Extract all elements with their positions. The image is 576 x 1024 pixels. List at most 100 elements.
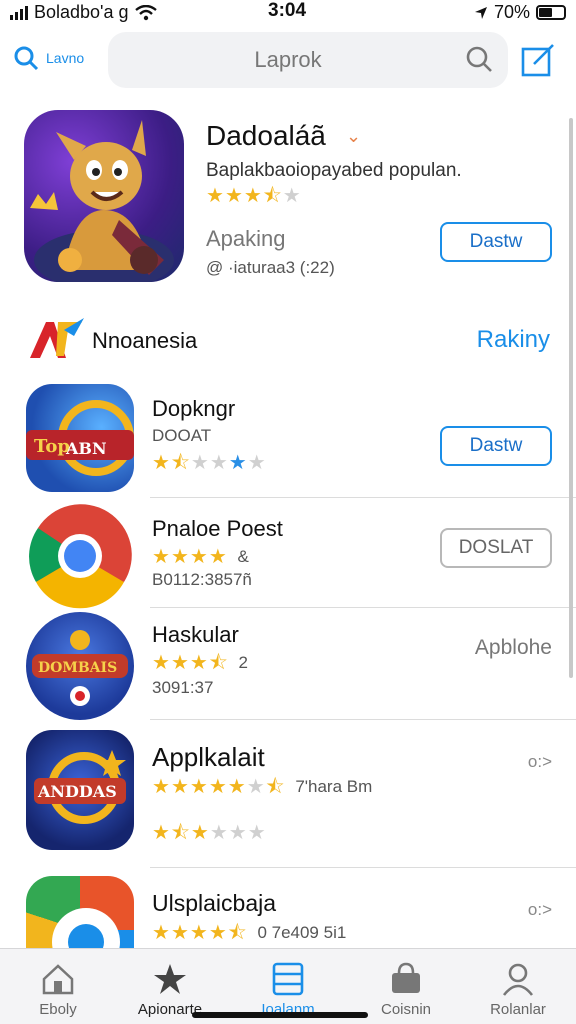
section-title: Nnoanesia [92,328,198,353]
app-title: Haskular [152,622,239,647]
featured-get-button[interactable]: Dastw [440,222,552,262]
home-indicator[interactable] [192,1012,368,1018]
status-bar: Boladbo'a g 3:04 70% [0,0,576,26]
app-meta: 3091:37 [152,678,214,697]
search-small-icon [14,46,39,71]
featured-subtitle: Baplakbaoiopayabed populan. [206,160,462,181]
rating-count: 0 7е409 5i1 [257,922,347,942]
star-half-icon: ⯪ [265,775,285,798]
star-half-icon: ⯪ [262,185,282,207]
search-placeholder: Laprok [254,47,322,72]
divider [150,719,576,720]
star-half-icon: ⯪ [227,921,247,944]
star-empty-icon: ★ [247,821,266,844]
app-title: Pnaloe Poest [152,516,283,541]
home-icon [42,964,74,995]
app-rating: ★ ★ ★ ⯪ 2 [152,652,248,673]
tab-profile[interactable]: Rolanlar [468,949,568,1024]
row-chevron[interactable]: o:> [528,752,552,772]
app-artwork-icon [52,908,120,948]
rating-count: & [237,546,249,566]
get-button[interactable]: Dastw [440,426,552,466]
divider [150,867,576,868]
search-left-control[interactable]: Lavno [12,44,84,72]
status-left: Boladbo'a g [10,2,157,23]
rating-count: 7'hara Bm [295,776,373,796]
scrollbar[interactable] [569,118,573,678]
tab-today[interactable]: Eboly [8,949,108,1024]
get-button[interactable]: DOSLAT [440,528,552,568]
featured-title: Dadoaláã [206,120,326,151]
star-icon: ★ [243,185,262,207]
section-see-all-link[interactable]: Rakiny [477,326,550,354]
tab-label: Eboly [39,1001,77,1018]
star-icon: ★ [170,651,189,674]
svg-text:ABN: ABN [65,439,107,458]
star-icon: ★ [208,775,227,798]
star-icon: ★ [152,451,170,474]
rating-stars: ★ ★ ★ ⯪ ★ [206,186,301,206]
app-rating: ★ ⯪ ★ ★ ★ ★ [152,452,266,473]
rating-count: 2 [238,652,248,672]
rating-stars: ★ ⯪ ★ ★ ★ ★ [152,453,266,473]
app-title: Ulsplaicbaja [152,890,277,916]
star-icon: ★ [189,545,208,568]
app-rating: ★ ★ ★ ★ ★ ★ ⯪ 7'hara Bm [152,776,372,797]
star-icon: ★ [189,921,208,944]
star-half-icon: ⯪ [170,821,190,844]
star-icon: ★ [208,921,227,944]
star-empty-icon: ★ [282,185,301,207]
star-icon: ★ [227,775,246,798]
app-icon [26,502,134,610]
list-item[interactable]: ANDDAS Applkalait ★ ★ ★ ★ ★ ★ ⯪ 7'hara B… [0,724,576,868]
search-icon[interactable] [464,44,494,74]
featured-meta: @ ·iaturaa3 (:22) [206,258,335,277]
compose-icon[interactable] [520,42,556,78]
star-icon [154,964,186,994]
tab-label: Coisnin [380,1001,432,1018]
app-action-label[interactable]: Apblohe [475,636,552,660]
featured-rating: ★ ★ ★ ⯪ ★ [206,186,301,206]
star-icon: ★ [208,545,227,568]
section-logo-icon [30,318,84,358]
app-subtitle: DOOAT [152,426,212,445]
chrome-icon [29,504,132,609]
star-empty-icon: ★ [190,451,209,474]
chevron-down-icon[interactable]: ⌄ [346,126,361,147]
section-header: Nnoanesia Rakiny [0,316,576,366]
list-item[interactable]: DOMBAIS Haskular ★ ★ ★ ⯪ 2 3091:37 Apblo… [0,608,576,720]
bag-icon [392,962,420,993]
star-icon: ★ [206,185,224,207]
mascot-icon [30,120,174,282]
row-chevron[interactable]: o:> [528,900,552,920]
carrier-label: Boladbo'a g [34,2,129,22]
status-right: 70% [474,2,566,23]
rating-stars: ★ ⯪ ★ ★ ★ ★ [152,823,266,843]
list-item[interactable]: Pnaloe Poest ★ ★ ★ ★ & B0112:3857ñ DOSLA… [0,498,576,610]
star-icon: ★ [189,775,208,798]
featured-app-icon [24,110,184,282]
battery-icon [536,5,566,20]
search-input[interactable]: Laprok [108,32,508,88]
star-icon: ★ [228,451,247,474]
star-half-icon: ⯪ [208,651,228,674]
star-half-icon: ⯪ [170,451,190,474]
search-left-label: Lavno [46,50,85,66]
star-icon: ★ [189,651,208,674]
clock: 3:04 [268,0,307,21]
tab-store[interactable]: Coisnin [356,949,456,1024]
svg-text:DOMBAIS: DOMBAIS [38,660,117,676]
location-icon [474,6,487,19]
featured-category: Apaking [206,226,286,251]
app-artwork-icon: DOMBAIS [32,630,128,706]
app-rating-secondary: ★ ⯪ ★ ★ ★ ★ [152,822,266,843]
star-empty-icon: ★ [209,821,228,844]
battery-percent: 70% [493,2,530,22]
featured-app[interactable]: Dadoaláã ⌄ Baplakbaoiopayabed populan. ★… [0,100,576,300]
star-icon: ★ [152,821,170,844]
star-empty-icon: ★ [209,451,228,474]
list-item[interactable]: Ulsplaicbaja ★ ★ ★ ★ ⯪ 0 7е409 5i1 o:> [0,872,576,948]
app-meta: B0112:3857ñ [152,570,252,589]
list-item[interactable]: Top ABN Dopkngr DOOAT ★ ⯪ ★ ★ ★ ★ Dastw [0,378,576,498]
signal-icon [10,5,28,20]
